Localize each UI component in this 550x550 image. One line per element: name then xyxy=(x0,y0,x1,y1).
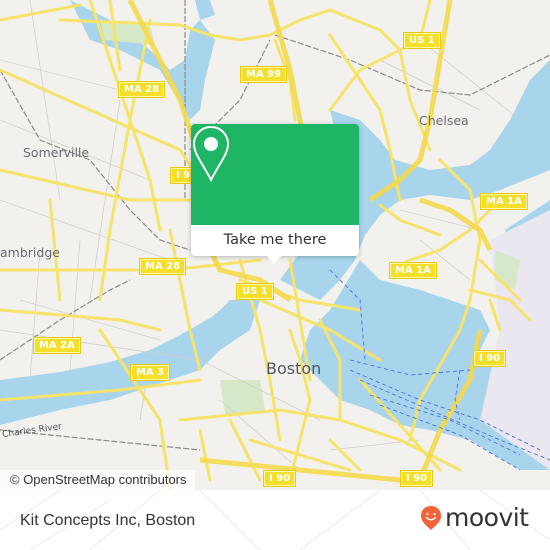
route-shield: MA 2A xyxy=(33,337,81,354)
route-shield: MA 3 xyxy=(129,364,171,381)
place-label-somerville: Somerville xyxy=(23,145,90,160)
route-shield: MA 99 xyxy=(239,66,288,83)
route-shield: MA 28 xyxy=(138,258,187,275)
destination-popup[interactable]: Take me there xyxy=(191,124,359,264)
take-me-there-button[interactable]: Take me there xyxy=(191,225,359,256)
moovit-wordmark: moovit xyxy=(445,503,529,532)
route-shield: MA 1A xyxy=(389,262,437,279)
popup-header[interactable] xyxy=(191,124,359,225)
map[interactable]: Somerville Chelsea ambridge Boston Charl… xyxy=(0,0,550,490)
route-shield: US 1 xyxy=(403,32,441,49)
map-pin-icon xyxy=(192,125,230,183)
moovit-logo[interactable]: moovit xyxy=(420,503,529,532)
route-shield: I 90 xyxy=(399,470,434,487)
moovit-pin-icon xyxy=(421,505,441,530)
place-name: Kit Concepts Inc, Boston xyxy=(20,512,196,529)
footer: Kit Concepts Inc, Boston moovit xyxy=(0,490,550,550)
route-shield: MA 28 xyxy=(117,81,166,98)
route-shield: MA 1A xyxy=(480,193,528,210)
popup-pointer xyxy=(266,255,282,264)
place-label-chelsea: Chelsea xyxy=(419,113,469,128)
route-shield: I 90 xyxy=(472,350,507,367)
place-label-boston: Boston xyxy=(266,359,322,378)
route-shield: US 1 xyxy=(236,283,274,300)
place-label-cambridge: ambridge xyxy=(0,245,60,260)
route-shield: I 90 xyxy=(262,470,297,487)
map-attribution[interactable]: © OpenStreetMap contributors xyxy=(0,470,195,490)
